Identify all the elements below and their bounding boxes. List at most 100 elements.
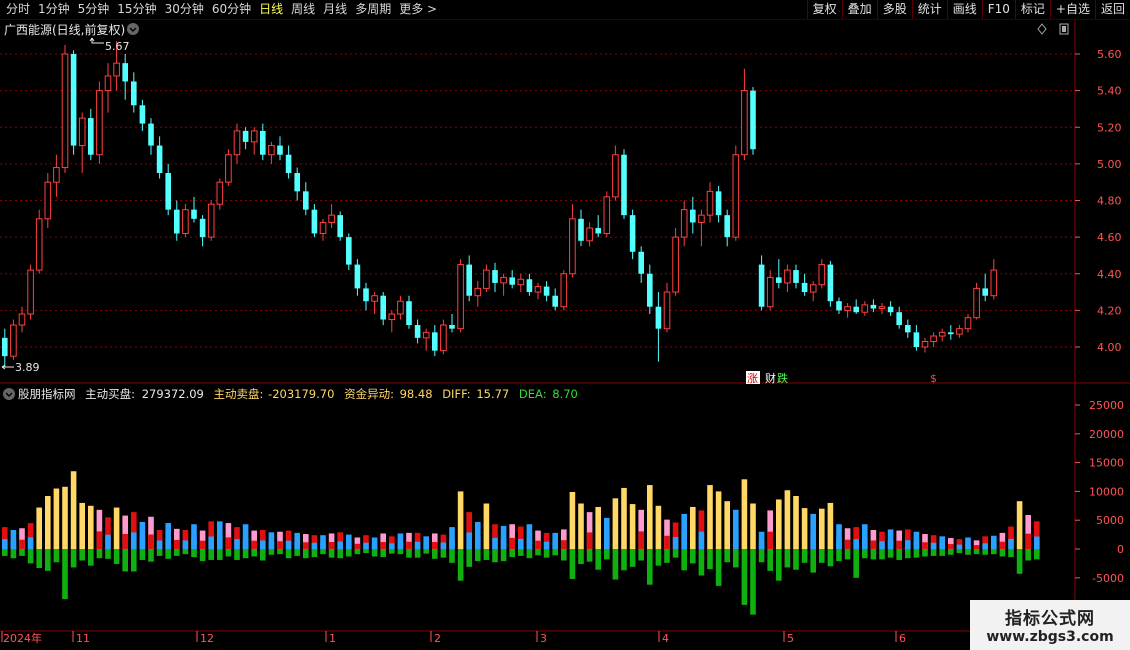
sell-bar[interactable] — [500, 549, 507, 562]
sell-bar[interactable] — [638, 549, 644, 561]
sell-bar[interactable] — [543, 549, 550, 558]
sell-bar[interactable] — [767, 549, 773, 571]
sell-bar[interactable] — [965, 549, 971, 555]
sell-bar[interactable] — [139, 549, 146, 560]
sell-bar[interactable] — [810, 549, 816, 573]
sell-bar[interactable] — [191, 549, 197, 558]
buy-bar[interactable] — [621, 487, 627, 549]
period-tab-7[interactable]: 周线 — [287, 0, 319, 19]
sell-bar[interactable] — [156, 549, 163, 556]
candle[interactable] — [629, 209, 636, 260]
sell-bar[interactable] — [956, 549, 963, 554]
buy-bar[interactable] — [79, 502, 85, 549]
buy-bar[interactable] — [819, 508, 825, 549]
sell-bar[interactable] — [939, 549, 945, 556]
sell-bar[interactable] — [586, 549, 593, 562]
period-tab-9[interactable]: 多周期 — [351, 0, 395, 19]
buy-bar[interactable] — [715, 491, 722, 549]
candle[interactable] — [973, 282, 980, 320]
sell-bar[interactable] — [698, 549, 705, 576]
sell-bar[interactable] — [2, 549, 8, 556]
sell-bar[interactable] — [174, 549, 180, 556]
sell-bar[interactable] — [328, 549, 335, 558]
sell-bar[interactable] — [113, 549, 120, 564]
sell-bar[interactable] — [758, 549, 765, 563]
sell-bar[interactable] — [750, 549, 756, 615]
sell-bar[interactable] — [870, 549, 877, 560]
sell-bar[interactable] — [733, 549, 739, 568]
period-tab-3[interactable]: 15分钟 — [113, 0, 160, 19]
sell-bar[interactable] — [363, 549, 369, 554]
buy-bar[interactable] — [53, 488, 60, 549]
sell-bar[interactable] — [45, 549, 51, 571]
sell-bar[interactable] — [690, 549, 696, 564]
sell-bar[interactable] — [148, 549, 154, 562]
buy-bar[interactable] — [569, 491, 576, 549]
sell-bar[interactable] — [234, 549, 240, 560]
buy-bar[interactable] — [595, 506, 601, 549]
sell-bar[interactable] — [371, 549, 378, 557]
candle[interactable] — [35, 209, 43, 274]
sell-bar[interactable] — [801, 549, 808, 563]
sell-bar[interactable] — [1034, 549, 1040, 560]
sell-bar[interactable] — [397, 549, 404, 555]
sell-bar[interactable] — [475, 549, 481, 562]
buy-bar[interactable] — [827, 502, 834, 549]
sell-bar[interactable] — [887, 549, 894, 558]
tool-button-1[interactable]: 叠加 — [841, 0, 877, 19]
period-tab-2[interactable]: 5分钟 — [74, 0, 114, 19]
sell-bar[interactable] — [36, 549, 42, 569]
sell-bar[interactable] — [681, 549, 687, 571]
sell-bar[interactable] — [896, 549, 902, 560]
sell-bar[interactable] — [260, 549, 266, 561]
buy-bar[interactable] — [647, 485, 653, 549]
sell-bar[interactable] — [784, 549, 791, 568]
sell-bar[interactable] — [827, 549, 834, 567]
sell-bar[interactable] — [105, 549, 111, 559]
sell-bar[interactable] — [844, 549, 851, 560]
sell-bar[interactable] — [526, 549, 533, 559]
buy-bar[interactable] — [113, 507, 120, 549]
sell-bar[interactable] — [819, 549, 825, 563]
sell-bar[interactable] — [432, 549, 438, 559]
buy-bar[interactable] — [62, 486, 68, 549]
candle[interactable] — [70, 50, 77, 155]
sell-bar[interactable] — [853, 549, 859, 578]
sell-bar[interactable] — [991, 549, 997, 555]
sell-bar[interactable] — [88, 549, 94, 566]
sell-bar[interactable] — [277, 549, 283, 555]
candle[interactable] — [61, 44, 69, 174]
period-tab-8[interactable]: 月线 — [319, 0, 351, 19]
candle[interactable] — [96, 81, 103, 164]
buy-bar[interactable] — [741, 479, 748, 549]
event-marker-zhang[interactable]: 涨 — [747, 372, 758, 385]
sell-bar[interactable] — [285, 549, 292, 559]
buy-bar[interactable] — [750, 503, 756, 549]
tool-button-0[interactable]: 复权 — [806, 0, 842, 19]
sell-bar[interactable] — [1025, 549, 1031, 561]
buy-bar[interactable] — [707, 485, 713, 549]
sell-bar[interactable] — [905, 549, 911, 559]
sell-bar[interactable] — [217, 549, 223, 560]
event-marker-cai[interactable]: 财 — [765, 371, 776, 385]
sell-bar[interactable] — [707, 549, 713, 570]
candle[interactable] — [672, 227, 679, 296]
sell-bar[interactable] — [380, 549, 386, 558]
buy-bar[interactable] — [457, 491, 464, 549]
sell-bar[interactable] — [647, 549, 653, 585]
period-tab-5[interactable]: 60分钟 — [208, 0, 255, 19]
stock-chart[interactable]: 5.605.405.205.004.804.604.404.204.00 250… — [0, 20, 1130, 650]
sell-bar[interactable] — [664, 549, 670, 563]
tool-button-5[interactable]: F10 — [981, 0, 1015, 19]
tool-button-3[interactable]: 统计 — [911, 0, 947, 19]
sell-bar[interactable] — [19, 549, 25, 556]
sell-bar[interactable] — [354, 549, 361, 555]
sell-bar[interactable] — [776, 549, 782, 581]
sell-bar[interactable] — [741, 549, 748, 605]
sell-bar[interactable] — [70, 549, 77, 568]
candle[interactable] — [457, 259, 464, 333]
sell-bar[interactable] — [913, 549, 920, 558]
sell-bar[interactable] — [715, 549, 722, 586]
sell-bar[interactable] — [242, 549, 249, 559]
sell-bar[interactable] — [973, 549, 980, 555]
